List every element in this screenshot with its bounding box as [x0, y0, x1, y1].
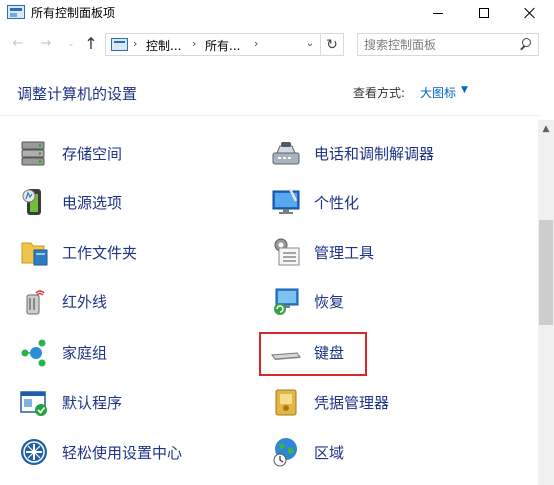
work-folders-icon: [21, 242, 48, 266]
forward-button[interactable]: →: [38, 35, 54, 51]
item-label: 工作文件夹: [62, 243, 138, 262]
credential-manager-icon: [275, 389, 297, 416]
vertical-scrollbar[interactable]: ▲: [538, 120, 554, 485]
personalization-icon: [272, 188, 300, 214]
storage-icon: [21, 141, 45, 166]
item-label: 个性化: [314, 193, 360, 212]
scroll-thumb[interactable]: [539, 220, 553, 325]
control-panel-icon: [7, 5, 25, 19]
item-label: 电话和调制解调器: [314, 144, 435, 163]
item-label: 区域: [314, 443, 345, 462]
item-label: 管理工具: [314, 243, 375, 262]
item-storage-spaces[interactable]: 存储空间: [18, 133, 122, 173]
breadcrumb-separator[interactable]: ›: [254, 37, 258, 50]
breadcrumb-control-panel[interactable]: 控制...: [146, 37, 181, 54]
minimize-button[interactable]: [415, 0, 461, 26]
item-label: 凭据管理器: [314, 393, 390, 412]
address-dropdown-button[interactable]: ⌄: [302, 38, 318, 52]
item-region[interactable]: 区域: [270, 432, 344, 472]
item-default-programs[interactable]: 默认程序: [18, 382, 122, 422]
breadcrumb-separator[interactable]: ›: [133, 37, 137, 50]
back-button[interactable]: ←: [10, 35, 26, 51]
recent-locations-button[interactable]: ⌄: [63, 35, 79, 51]
item-work-folders[interactable]: 工作文件夹: [18, 232, 137, 272]
item-label: 恢复: [314, 292, 345, 311]
minimize-icon: [433, 12, 443, 14]
item-infrared[interactable]: 红外线: [18, 281, 107, 321]
item-label: 轻松使用设置中心: [62, 443, 183, 462]
view-by-label: 查看方式:: [353, 86, 406, 100]
maximize-icon: [479, 8, 489, 18]
search-box[interactable]: [357, 33, 539, 56]
item-recovery[interactable]: 恢复: [270, 281, 344, 321]
recovery-icon: [274, 288, 299, 315]
item-administrative-tools[interactable]: 管理工具: [270, 232, 374, 272]
breadcrumb-all-items[interactable]: 所有...: [205, 37, 240, 54]
selection-highlight: [259, 332, 367, 376]
window-title: 所有控制面板项: [31, 6, 116, 20]
homegroup-icon: [21, 339, 46, 367]
item-label: 默认程序: [62, 393, 123, 412]
ease-of-access-icon: [21, 439, 47, 465]
item-ease-of-access[interactable]: 轻松使用设置中心: [18, 432, 182, 472]
control-panel-icon: [111, 38, 128, 51]
maximize-button[interactable]: [461, 0, 507, 26]
view-by-dropdown[interactable]: 大图标: [420, 84, 456, 101]
close-button[interactable]: [507, 0, 553, 26]
page-title: 调整计算机的设置: [17, 85, 138, 103]
item-phone-and-modem[interactable]: 电话和调制解调器: [270, 133, 434, 173]
admin-tools-icon: [274, 238, 300, 266]
item-label: 红外线: [62, 292, 108, 311]
refresh-icon: ↻: [326, 36, 338, 53]
refresh-button[interactable]: ↻: [321, 33, 344, 56]
power-icon: [22, 189, 41, 215]
item-homegroup[interactable]: 家庭组: [18, 332, 107, 372]
phone-modem-icon: [272, 142, 300, 165]
item-personalization[interactable]: 个性化: [270, 182, 359, 222]
item-credential-manager[interactable]: 凭据管理器: [270, 382, 389, 422]
region-icon: [273, 438, 297, 467]
default-programs-icon: [20, 391, 47, 416]
divider: [0, 115, 540, 116]
scroll-up-icon[interactable]: ▲: [538, 122, 554, 136]
view-by-caret-icon[interactable]: ▼: [461, 85, 468, 95]
item-label: 电源选项: [62, 193, 123, 212]
infrared-icon: [26, 290, 45, 315]
breadcrumb-separator[interactable]: ›: [192, 37, 196, 50]
search-icon[interactable]: [519, 38, 532, 51]
item-label: 家庭组: [62, 343, 108, 362]
title-bar: 所有控制面板项: [0, 0, 554, 26]
up-button[interactable]: ↑: [83, 34, 99, 53]
item-power-options[interactable]: 电源选项: [18, 182, 122, 222]
search-input[interactable]: [364, 37, 514, 53]
address-bar[interactable]: › 控制... › 所有... › ⌄: [105, 33, 321, 56]
item-label: 存储空间: [62, 144, 123, 163]
close-icon: [524, 7, 536, 19]
navigation-bar: ← → ⌄ ↑ › 控制... › 所有... › ⌄ ↻: [0, 30, 554, 58]
